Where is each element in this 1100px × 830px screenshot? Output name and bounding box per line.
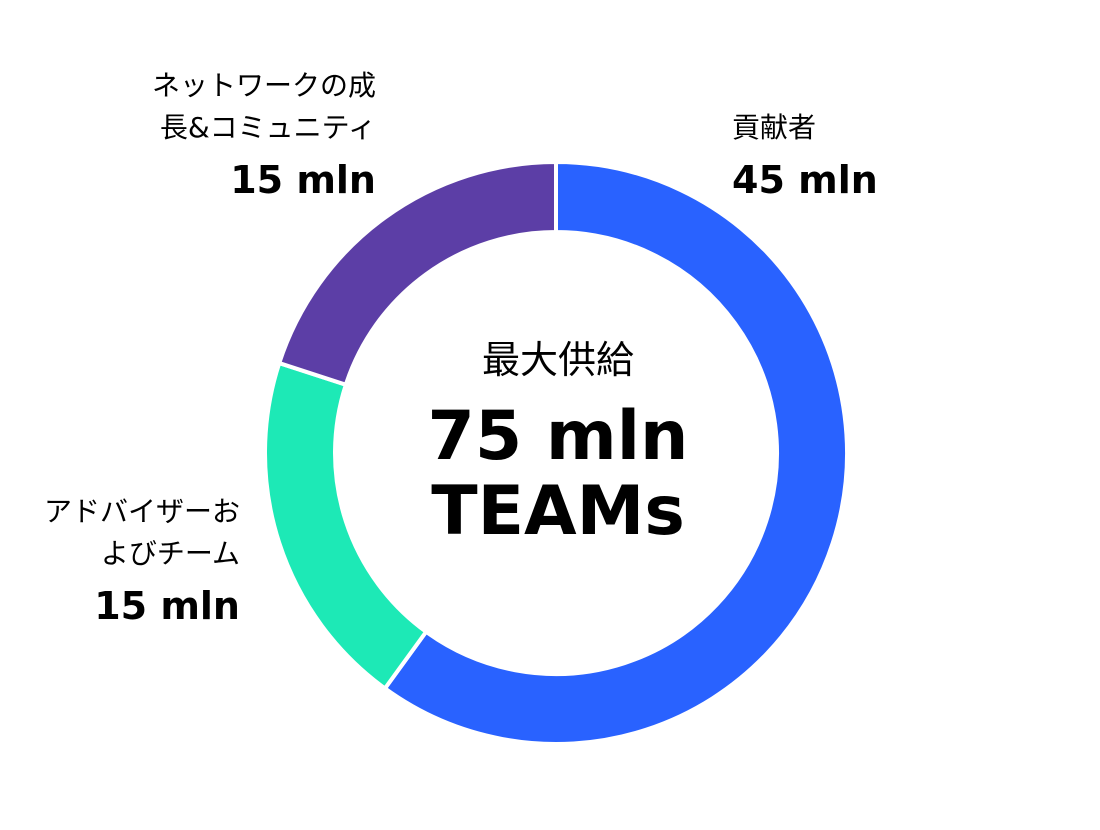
donut-center-label: 最大供給 75 mln TEAMs (380, 338, 736, 551)
slice-label-advisors-team: アドバイザーお よびチーム 15 mln (44, 491, 240, 625)
slice-value-network-growth: 15 mln (230, 158, 376, 202)
slice-label-network-growth: ネットワークの成 長&コミュニティ 15 mln (152, 65, 376, 199)
slice-value-contributors: 45 mln (732, 158, 878, 202)
slice-value-advisors-team: 15 mln (94, 584, 240, 628)
center-unit: TEAMs (431, 471, 685, 551)
slice-label-contributors: 貢献者 45 mln (732, 107, 878, 199)
center-value: 75 mln (427, 396, 689, 476)
slice-name-advisors-team-line2: よびチーム (100, 537, 240, 570)
center-caption: 最大供給 (481, 338, 634, 382)
slice-name-contributors: 貢献者 (732, 111, 817, 144)
slice-name-network-growth-line2: 長&コミュニティ (159, 111, 376, 144)
slice-name-advisors-team-line1: アドバイザーお (43, 495, 240, 528)
slice-name-network-growth-line1: ネットワークの成 (151, 69, 376, 102)
